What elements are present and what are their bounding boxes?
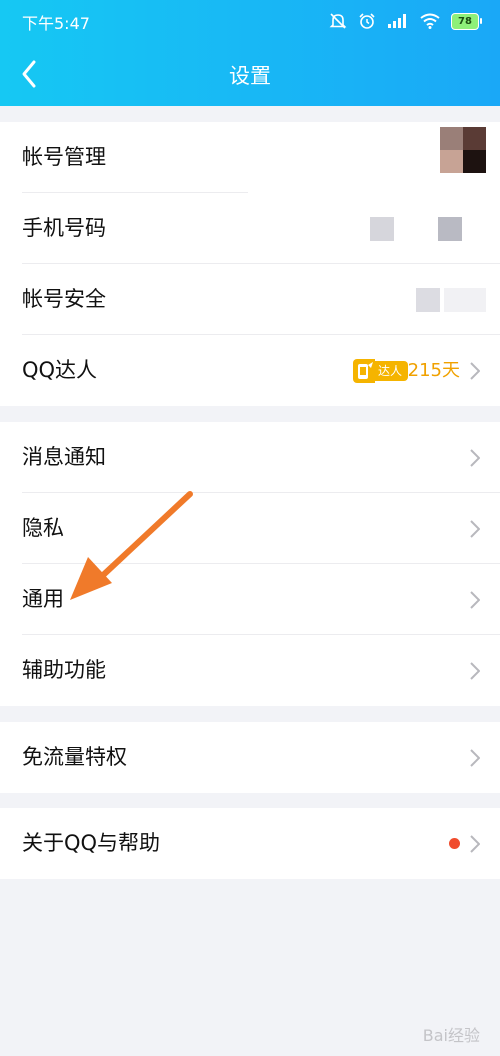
settings-row-account-security[interactable]: 帐号安全 [0, 264, 500, 335]
header-bar: 下午5:47 78 设置 [0, 0, 500, 106]
wifi-icon [420, 13, 440, 29]
chevron-right-icon [470, 449, 480, 467]
battery-level: 78 [451, 12, 479, 30]
avatar [440, 127, 486, 173]
chevron-right-icon [470, 362, 480, 380]
chevron-right-icon [470, 520, 480, 538]
row-label: 辅助功能 [22, 658, 106, 682]
settings-row-privacy[interactable]: 隐私 [0, 493, 500, 564]
page-title: 设置 [229, 64, 271, 88]
chevron-right-icon [470, 749, 480, 767]
settings-row-accessibility[interactable]: 辅助功能 [0, 635, 500, 706]
data-free-group: 免流量特权 [0, 722, 500, 793]
settings-row-notifications[interactable]: 消息通知 [0, 422, 500, 493]
settings-row-data-free-privilege[interactable]: 免流量特权 [0, 722, 500, 793]
settings-row-general[interactable]: 通用 [0, 564, 500, 635]
row-label: 隐私 [22, 516, 64, 540]
red-dot-badge [449, 838, 460, 849]
general-settings-group: 消息通知 隐私 通用 辅助功能 [0, 422, 500, 706]
masked-security-block [416, 288, 440, 312]
settings-row-account-management[interactable]: 帐号管理 [0, 122, 500, 193]
masked-phone-block [370, 217, 394, 241]
battery-icon: 78 [451, 12, 482, 30]
chevron-right-icon [470, 835, 480, 853]
row-label: 通用 [22, 587, 64, 611]
status-time: 下午5:47 [22, 14, 90, 33]
watermark: Bai经验 [422, 1026, 480, 1045]
signal-icon [388, 14, 406, 28]
row-label: 消息通知 [22, 445, 106, 469]
phone-wing-icon [352, 359, 375, 383]
mute-bell-icon [329, 13, 347, 29]
status-icons: 78 [329, 10, 482, 32]
account-settings-group: 帐号管理 手机号码 帐号安全 QQ达人 达人 215天 [0, 122, 500, 406]
about-group: 关于QQ与帮助 [0, 808, 500, 879]
settings-row-qq-daren[interactable]: QQ达人 达人 215天 [0, 335, 500, 406]
status-bar: 下午5:47 78 [0, 0, 500, 44]
settings-row-about-help[interactable]: 关于QQ与帮助 [0, 808, 500, 879]
row-label: QQ达人 [22, 358, 98, 382]
settings-row-phone-number[interactable]: 手机号码 [0, 193, 500, 264]
daren-badge: 达人 [352, 359, 408, 383]
daren-days: 215天 [407, 360, 460, 381]
row-label: 帐号安全 [22, 287, 106, 311]
chevron-right-icon [470, 591, 480, 609]
masked-phone-block [438, 217, 462, 241]
row-label: 帐号管理 [22, 145, 106, 169]
row-label: 手机号码 [22, 216, 106, 240]
row-label: 关于QQ与帮助 [22, 831, 161, 855]
daren-badge-label: 达人 [374, 361, 408, 381]
alarm-icon [359, 13, 375, 29]
chevron-right-icon [470, 662, 480, 680]
masked-security-block [444, 288, 486, 312]
row-label: 免流量特权 [22, 745, 127, 769]
